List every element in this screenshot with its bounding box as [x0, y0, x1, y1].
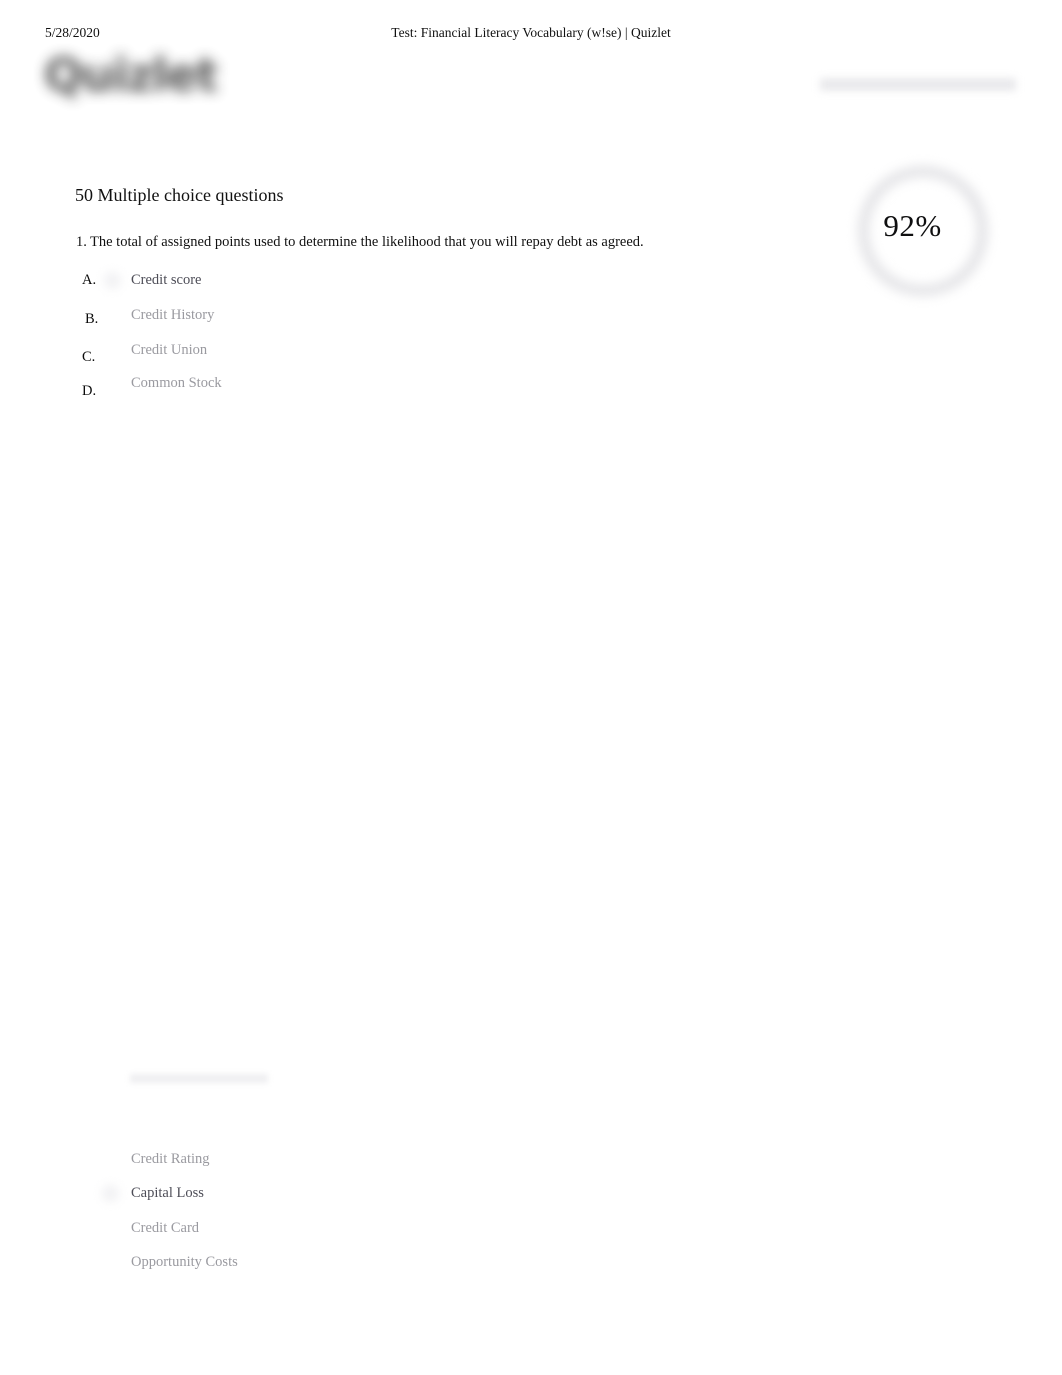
choice-letter: D.: [82, 383, 97, 399]
radio-button-icon[interactable]: [104, 272, 121, 289]
score-percent: 92%: [883, 208, 942, 243]
choice-label[interactable]: Opportunity Costs: [131, 1252, 238, 1272]
choice-option[interactable]: C. Credit Union: [0, 339, 1062, 365]
print-header: 5/28/2020 Test: Financial Literacy Vocab…: [0, 24, 1062, 42]
score-badge: 92%: [858, 166, 988, 296]
choice-label[interactable]: Credit Union: [131, 340, 207, 360]
choice-label[interactable]: Credit Rating: [131, 1149, 210, 1169]
choice-label[interactable]: Credit score: [131, 270, 201, 290]
choice-label[interactable]: Credit Card: [131, 1218, 199, 1238]
print-page-title: Test: Financial Literacy Vocabulary (w!s…: [391, 25, 671, 40]
choice-option[interactable]: Credit Rating: [0, 1148, 1062, 1172]
choice-option[interactable]: D. Common Stock: [0, 372, 1062, 399]
choice-label[interactable]: Common Stock: [131, 373, 222, 393]
choice-option[interactable]: Capital Loss: [0, 1182, 1062, 1206]
document-page: 5/28/2020 Test: Financial Literacy Vocab…: [0, 0, 1062, 1375]
choice-option[interactable]: Credit Card: [0, 1217, 1062, 1241]
choice-label[interactable]: Capital Loss: [131, 1183, 204, 1203]
choice-option[interactable]: B. Credit History: [0, 304, 1062, 328]
page-title: 50 Multiple choice questions: [75, 185, 284, 205]
question-number: 1.: [76, 234, 87, 250]
question-text: The total of assigned points used to det…: [90, 234, 644, 250]
choice-letter: A.: [82, 272, 97, 288]
radio-button-icon[interactable]: [102, 1185, 119, 1202]
quizlet-logo: Quizlet: [44, 48, 218, 102]
choice-letter: B.: [85, 311, 99, 327]
choice-option[interactable]: A. Credit score: [0, 269, 1062, 293]
question-prompt-faded: [130, 1074, 268, 1083]
choice-letter: C.: [82, 349, 96, 365]
question-prompt: 1. The total of assigned points used to d…: [76, 232, 644, 252]
choice-option[interactable]: Opportunity Costs: [0, 1251, 1062, 1275]
header-account-bar: [820, 78, 1016, 91]
choice-label[interactable]: Credit History: [131, 305, 214, 325]
